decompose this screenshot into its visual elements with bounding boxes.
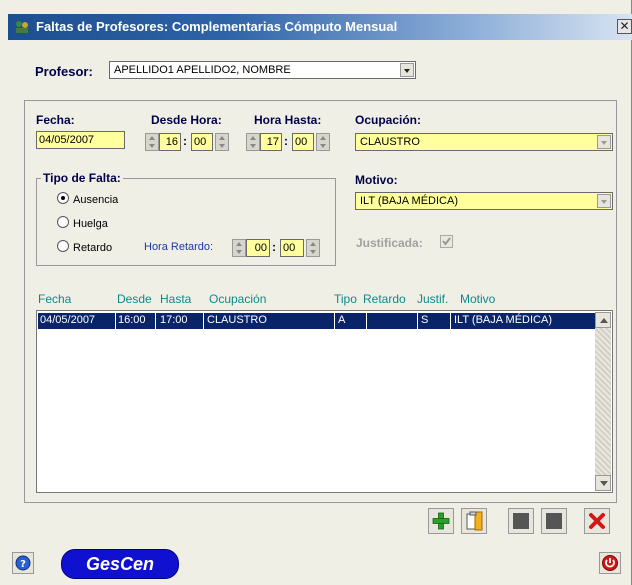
ocupacion-value: CLAUSTRO [360, 136, 420, 148]
window-title: Faltas de Profesores: Complementarias Có… [36, 19, 398, 34]
desde-hour-field[interactable]: 16 [159, 133, 181, 151]
cell-tipo: A [338, 314, 346, 326]
add-button[interactable] [428, 508, 454, 534]
radio-label: Ausencia [73, 194, 119, 206]
hasta-hora-spinner[interactable] [246, 133, 260, 151]
radio-icon[interactable] [57, 240, 69, 252]
blank-button[interactable] [541, 508, 567, 534]
chevron-down-icon[interactable] [597, 194, 611, 208]
window: Faltas de Profesores: Complementarias Có… [0, 0, 632, 585]
tipo-falta-label: Tipo de Falta: [41, 171, 123, 185]
time-separator: : [272, 240, 276, 254]
cell-motivo: ILT (BAJA MÉDICA) [454, 314, 553, 326]
power-button[interactable] [599, 552, 621, 574]
hasta-minute-field[interactable]: 00 [292, 133, 314, 151]
faltas-list[interactable]: 04/05/2007 16:00 17:00 CLAUSTRO A S ILT … [36, 310, 613, 493]
help-icon: ? [15, 555, 31, 571]
desde-minute-spinner[interactable] [215, 133, 229, 151]
radio-huelga[interactable]: Huelga [57, 216, 108, 230]
ocupacion-label: Ocupación: [355, 113, 422, 127]
desde-hora-spinner[interactable] [145, 133, 159, 151]
svg-text:?: ? [20, 559, 26, 570]
chevron-down-icon[interactable] [597, 135, 611, 149]
col-header: Retardo [363, 292, 406, 306]
table-row[interactable]: 04/05/2007 16:00 17:00 CLAUSTRO A S ILT … [38, 313, 595, 329]
justificada-label: Justificada: [356, 236, 423, 250]
col-header: Hasta [160, 292, 192, 306]
col-header: Fecha [38, 292, 72, 306]
radio-icon[interactable] [57, 216, 69, 228]
chevron-down-icon[interactable] [400, 63, 414, 77]
cell-justif: S [421, 314, 429, 326]
fecha-label: Fecha: [36, 113, 75, 127]
check-icon [442, 237, 451, 246]
retardo-hora-spinner[interactable] [232, 239, 246, 257]
radio-ausencia[interactable]: Ausencia [57, 192, 118, 206]
col-header: Motivo [460, 292, 496, 306]
cell-fecha: 04/05/2007 [40, 314, 96, 326]
motivo-value: ILT (BAJA MÉDICA) [360, 195, 459, 207]
clipboard-icon [466, 511, 483, 531]
hasta-minute-spinner[interactable] [316, 133, 330, 151]
app-icon [16, 21, 28, 33]
retardo-hour-field[interactable]: 00 [246, 239, 270, 257]
scroll-down-icon[interactable] [595, 475, 611, 491]
radio-label: Huelga [73, 218, 108, 230]
col-header: Ocupación [209, 292, 267, 306]
radio-selected-icon[interactable] [57, 192, 69, 204]
col-header: Tipo [334, 292, 357, 306]
motivo-label: Motivo: [355, 173, 398, 187]
blank-button[interactable] [508, 508, 534, 534]
time-separator: : [284, 134, 288, 148]
edit-button[interactable] [461, 508, 487, 534]
radio-label: Retardo [73, 242, 113, 254]
justificada-checkbox[interactable] [440, 235, 453, 248]
desde-minute-field[interactable]: 00 [191, 133, 213, 151]
title-bar: Faltas de Profesores: Complementarias Có… [8, 14, 632, 40]
col-header: Justif. [417, 292, 449, 306]
retardo-minute-spinner[interactable] [306, 239, 320, 257]
radio-retardo[interactable]: Retardo [57, 240, 112, 254]
hora-hasta-label: Hora Hasta: [254, 113, 322, 127]
hora-retardo-label: Hora Retardo: [144, 241, 214, 253]
desde-hora-label: Desde Hora: [151, 113, 222, 127]
retardo-minute-field[interactable]: 00 [280, 239, 304, 257]
scroll-up-icon[interactable] [595, 312, 611, 328]
cell-desde: 16:00 [118, 314, 146, 326]
gescen-logo: GesCen [61, 549, 179, 579]
delete-button[interactable] [584, 508, 610, 534]
col-header: Desde [117, 292, 152, 306]
motivo-select[interactable]: ILT (BAJA MÉDICA) [355, 192, 613, 210]
list-scrollbar[interactable] [595, 312, 611, 491]
add-icon [432, 512, 450, 530]
profesor-label: Profesor: [35, 64, 93, 79]
profesor-value: APELLIDO1 APELLIDO2, NOMBRE [114, 64, 291, 76]
fecha-field[interactable]: 04/05/2007 [36, 131, 125, 149]
help-button[interactable]: ? [12, 552, 34, 574]
close-icon[interactable]: ✕ [617, 19, 632, 34]
delete-icon [589, 513, 605, 529]
ocupacion-select[interactable]: CLAUSTRO [355, 133, 613, 151]
power-icon [602, 555, 618, 571]
hasta-hour-field[interactable]: 17 [260, 133, 282, 151]
time-separator: : [183, 134, 187, 148]
cell-hasta: 17:00 [160, 314, 188, 326]
cell-ocupacion: CLAUSTRO [207, 314, 267, 326]
profesor-select[interactable]: APELLIDO1 APELLIDO2, NOMBRE [109, 61, 416, 79]
